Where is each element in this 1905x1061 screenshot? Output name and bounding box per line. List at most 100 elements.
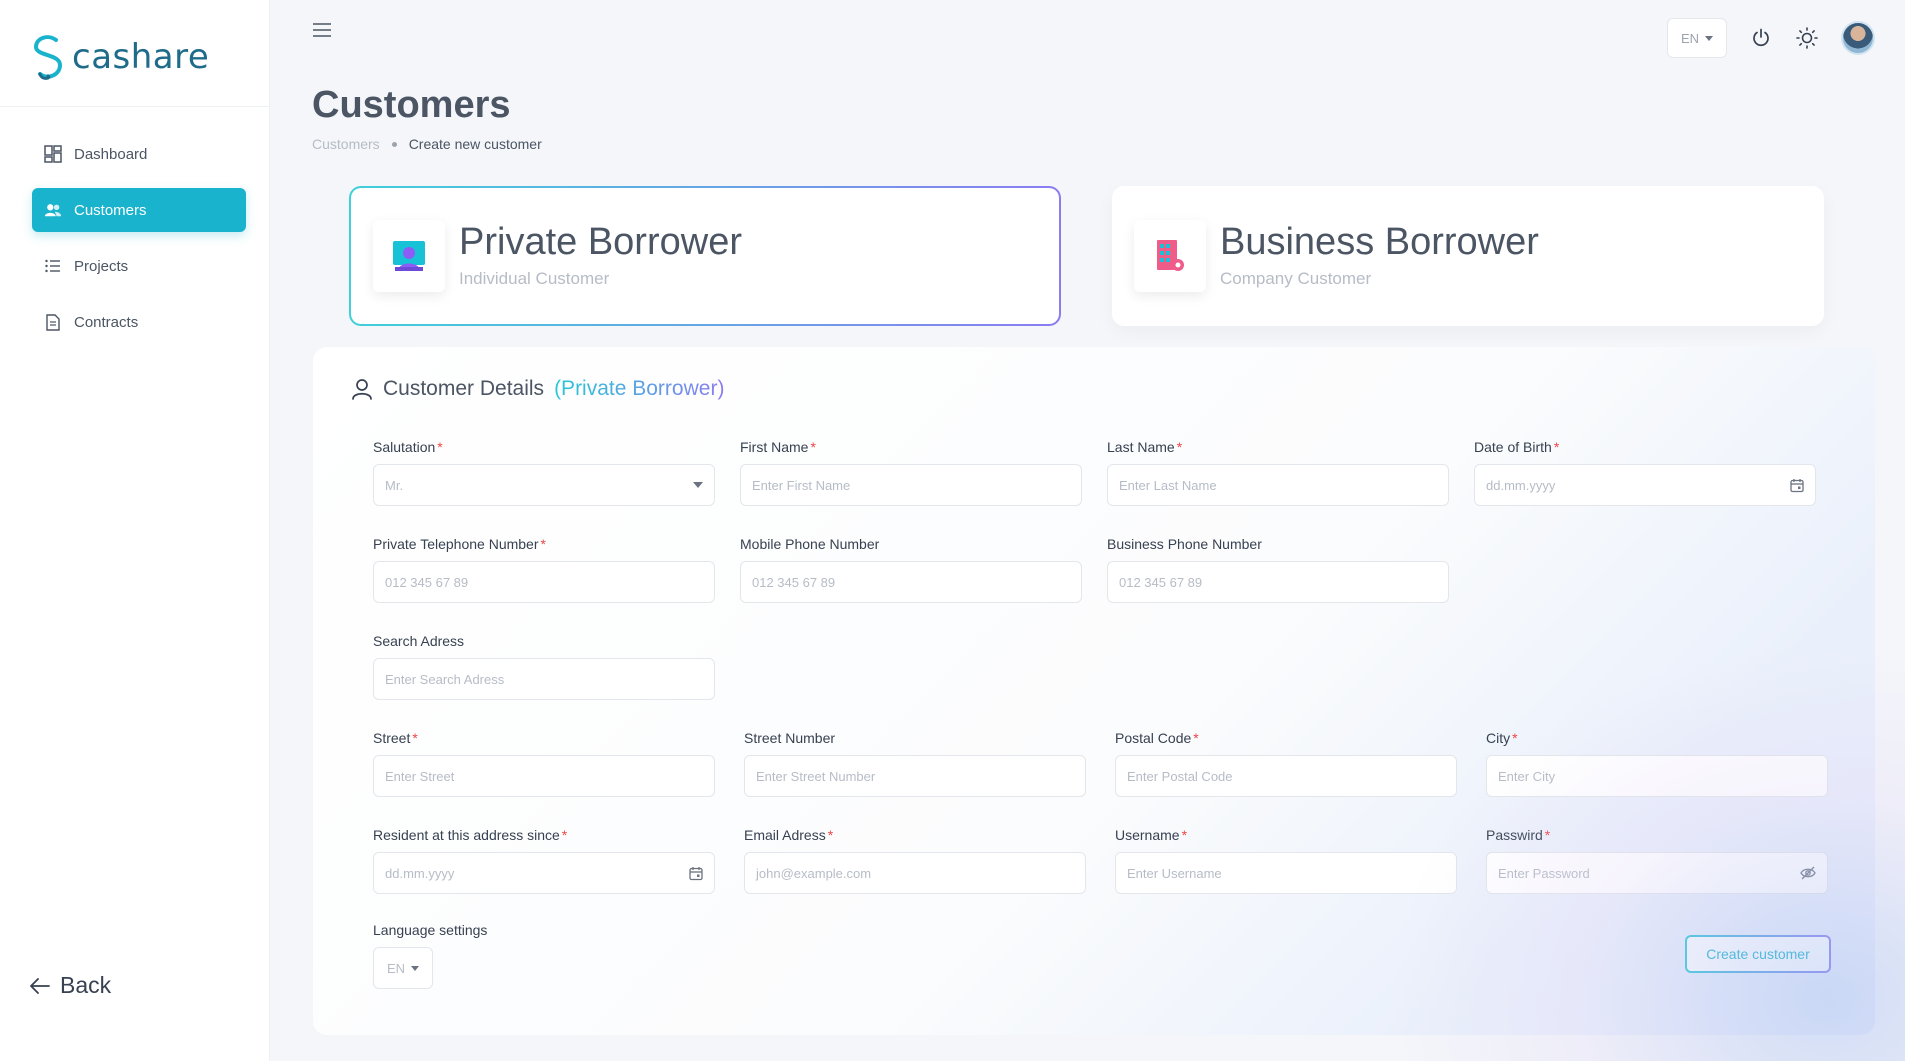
arrow-left-icon <box>30 977 50 994</box>
caret-down-icon <box>411 965 420 971</box>
sidebar-item-label: Customers <box>74 201 147 219</box>
dob-label: Date of Birth * <box>1474 439 1560 455</box>
power-icon[interactable] <box>1749 26 1773 50</box>
city-field: City * Enter City <box>1486 730 1828 797</box>
username-input[interactable]: Enter Username <box>1115 852 1457 894</box>
sidebar: cashare Dashboard Customers Projects Con… <box>0 0 270 1061</box>
business-phone-field: Business Phone Number 012 345 67 89 <box>1107 536 1449 603</box>
sidebar-item-label: Projects <box>74 257 129 275</box>
business-phone-label: Business Phone Number <box>1107 536 1262 552</box>
street-number-label: Street Number <box>744 730 836 746</box>
private-borrower-subtitle: Individual Customer <box>459 268 610 288</box>
customer-details-type: (Private Borrower) <box>554 377 725 400</box>
resident-since-input[interactable]: dd.mm.yyyy <box>373 852 715 894</box>
password-input[interactable]: Enter Password <box>1486 852 1828 894</box>
private-phone-input[interactable]: 012 345 67 89 <box>373 561 715 603</box>
sidebar-nav: Dashboard Customers Projects Contracts <box>32 132 246 356</box>
first-name-field: First Name * Enter First Name <box>740 439 1082 506</box>
customer-details-title: Customer Details <box>383 377 545 400</box>
customer-details-panel: Customer Details (Private Borrower) Salu… <box>313 347 1875 1035</box>
mobile-phone-input[interactable]: 012 345 67 89 <box>740 561 1082 603</box>
sidebar-item-customers[interactable]: Customers <box>32 188 246 232</box>
logo-icon <box>33 35 63 80</box>
sidebar-item-contracts[interactable]: Contracts <box>32 300 246 344</box>
resident-since-label: Resident at this address since * <box>373 827 568 843</box>
topbar-actions: EN <box>1667 18 1875 58</box>
email-label: Email Adress * <box>744 827 834 843</box>
breadcrumb-separator <box>391 141 397 147</box>
search-address-label: Search Adress <box>373 633 465 649</box>
create-customer-button[interactable]: Create customer <box>1685 935 1831 973</box>
business-borrower-icon <box>1134 220 1206 292</box>
private-borrower-icon <box>373 220 445 292</box>
private-borrower-card[interactable]: Private Borrower Individual Customer <box>349 186 1061 326</box>
email-field: Email Adress * john@example.com <box>744 827 1086 894</box>
private-borrower-title: Private Borrower <box>459 221 742 264</box>
sidebar-divider <box>0 106 270 107</box>
sidebar-item-dashboard[interactable]: Dashboard <box>32 132 246 176</box>
password-field: Passwird * Enter Password <box>1486 827 1828 894</box>
breadcrumb-link-customers[interactable]: Customers <box>312 136 380 152</box>
search-address-field: Search Adress Enter Search Adress <box>373 633 715 700</box>
salutation-value: Mr. <box>385 477 404 493</box>
resident-since-field: Resident at this address since * dd.mm.yy… <box>373 827 715 894</box>
private-phone-label: Private Telephone Number * <box>373 536 546 552</box>
hamburger-menu-icon[interactable] <box>312 22 332 43</box>
postal-code-field: Postal Code * Enter Postal Code <box>1115 730 1457 797</box>
street-number-input[interactable]: Enter Street Number <box>744 755 1086 797</box>
last-name-field: Last Name * Enter Last Name <box>1107 439 1449 506</box>
business-borrower-card[interactable]: Business Borrower Company Customer <box>1112 186 1824 326</box>
username-field: Username * Enter Username <box>1115 827 1457 894</box>
postal-code-input[interactable]: Enter Postal Code <box>1115 755 1457 797</box>
last-name-input[interactable]: Enter Last Name <box>1107 464 1449 506</box>
business-phone-input[interactable]: 012 345 67 89 <box>1107 561 1449 603</box>
first-name-input[interactable]: Enter First Name <box>740 464 1082 506</box>
sun-icon[interactable] <box>1795 26 1819 50</box>
sidebar-item-projects[interactable]: Projects <box>32 244 246 288</box>
last-name-label: Last Name * <box>1107 439 1183 455</box>
street-label: Street * <box>373 730 418 746</box>
breadcrumb-current: Create new customer <box>408 136 542 152</box>
sidebar-item-label: Dashboard <box>74 145 148 163</box>
username-label: Username * <box>1115 827 1188 843</box>
dob-field: Date of Birth * dd.mm.yyyy <box>1474 439 1816 506</box>
back-label: Back <box>60 972 112 998</box>
street-field: Street * Enter Street <box>373 730 715 797</box>
page-title: Customers <box>312 84 511 126</box>
dashboard-icon <box>44 145 62 163</box>
caret-down-icon <box>693 482 703 488</box>
street-number-field: Street Number Enter Street Number <box>744 730 1086 797</box>
city-input[interactable]: Enter City <box>1486 755 1828 797</box>
calendar-icon[interactable] <box>1790 478 1804 493</box>
user-avatar[interactable] <box>1841 21 1875 55</box>
password-label: Passwird * <box>1486 827 1551 843</box>
language-selector[interactable]: EN <box>1667 18 1727 58</box>
street-input[interactable]: Enter Street <box>373 755 715 797</box>
user-icon <box>352 379 372 400</box>
salutation-select[interactable]: Mr. <box>373 464 715 506</box>
eye-off-icon[interactable] <box>1800 866 1816 880</box>
first-name-label: First Name * <box>740 439 816 455</box>
postal-code-label: Postal Code * <box>1115 730 1199 746</box>
logo-text: cashare <box>72 37 210 77</box>
private-phone-field: Private Telephone Number * 012 345 67 89 <box>373 536 715 603</box>
search-address-input[interactable]: Enter Search Adress <box>373 658 715 700</box>
business-borrower-subtitle: Company Customer <box>1220 268 1372 288</box>
language-settings-select[interactable]: EN <box>373 947 433 989</box>
sidebar-item-label: Contracts <box>74 313 139 331</box>
email-input[interactable]: john@example.com <box>744 852 1086 894</box>
dob-input[interactable]: dd.mm.yyyy <box>1474 464 1816 506</box>
city-label: City * <box>1486 730 1518 746</box>
language-settings-label: Language settings <box>373 922 488 938</box>
salutation-field: Salutation * Mr. <box>373 439 715 506</box>
breadcrumb: Customers Create new customer <box>312 136 542 152</box>
business-borrower-title: Business Borrower <box>1220 221 1539 264</box>
back-button[interactable]: Back <box>30 972 111 999</box>
salutation-label: Salutation * <box>373 439 443 455</box>
mobile-phone-label: Mobile Phone Number <box>740 536 880 552</box>
logo[interactable]: cashare <box>30 32 209 82</box>
language-value: EN <box>1680 30 1700 46</box>
users-icon <box>44 201 62 219</box>
calendar-icon[interactable] <box>689 866 703 881</box>
document-icon <box>44 313 62 331</box>
